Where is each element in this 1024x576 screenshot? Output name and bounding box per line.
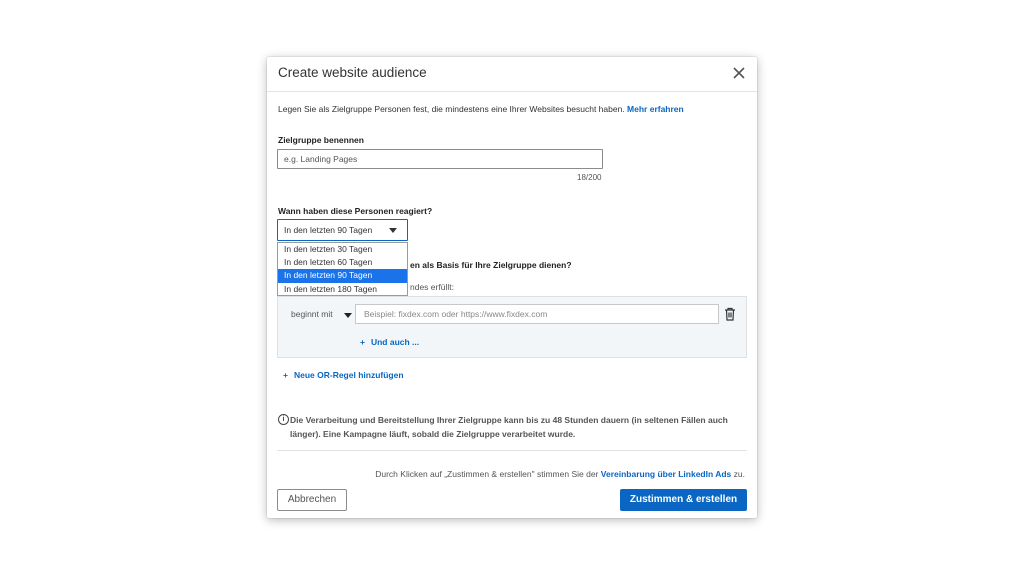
rule-box: beginnt mit Beispiel: fixdex.com oder ht…	[277, 296, 747, 358]
consent-prefix: Durch Klicken auf „Zustimmen & erstellen…	[375, 469, 599, 479]
rules-label: en als Basis für Ihre Zielgruppe dienen?	[410, 260, 572, 270]
close-icon[interactable]	[729, 63, 749, 83]
url-input[interactable]: Beispiel: fixdex.com oder https://www.fi…	[355, 304, 719, 324]
footer-divider	[277, 450, 747, 451]
cancel-button[interactable]: Abbrechen	[277, 489, 347, 511]
plus-icon: +	[283, 370, 288, 380]
description-text: Legen Sie als Zielgruppe Personen fest, …	[278, 104, 625, 114]
audience-name-input[interactable]: e.g. Landing Pages	[277, 149, 603, 169]
timeframe-option-60[interactable]: In den letzten 60 Tagen	[278, 256, 407, 269]
and-also-button[interactable]: + Und auch ...	[360, 337, 419, 347]
timeframe-option-30[interactable]: In den letzten 30 Tagen	[278, 243, 407, 256]
and-also-label: Und auch ...	[370, 337, 420, 347]
rule-row: beginnt mit Beispiel: fixdex.com oder ht…	[278, 304, 748, 326]
timeframe-dropdown-list: In den letzten 30 Tagen In den letzten 6…	[277, 242, 408, 296]
info-icon: i	[278, 414, 289, 425]
add-or-rule-button[interactable]: + Neue OR-Regel hinzufügen	[283, 370, 404, 380]
learn-more-link[interactable]: Mehr erfahren	[627, 104, 684, 114]
trash-icon[interactable]	[724, 307, 736, 321]
audience-name-label: Zielgruppe benennen	[278, 135, 364, 145]
rules-condition-label: ndes erfüllt:	[410, 282, 454, 292]
linkedin-ads-agreement-link[interactable]: Vereinbarung über LinkedIn Ads	[601, 469, 732, 479]
consent-text: Durch Klicken auf „Zustimmen & erstellen…	[375, 469, 745, 479]
caret-down-icon[interactable]	[344, 313, 352, 318]
processing-info-text: Die Verarbeitung und Bereitstellung Ihre…	[290, 415, 728, 439]
dialog-description: Legen Sie als Zielgruppe Personen fest, …	[278, 104, 684, 114]
timeframe-select[interactable]: In den letzten 90 Tagen	[277, 219, 408, 241]
add-or-rule-label: Neue OR-Regel hinzufügen	[293, 370, 404, 380]
timeframe-option-180[interactable]: In den letzten 180 Tagen	[278, 283, 407, 296]
timeframe-label: Wann haben diese Personen reagiert?	[278, 206, 433, 216]
dialog-header: Create website audience	[267, 57, 757, 92]
caret-down-icon	[389, 228, 397, 233]
timeframe-option-90[interactable]: In den letzten 90 Tagen	[278, 269, 407, 283]
char-counter: 18/200	[577, 173, 602, 182]
agree-create-button[interactable]: Zustimmen & erstellen	[620, 489, 747, 511]
timeframe-selected-value: In den letzten 90 Tagen	[284, 225, 373, 235]
plus-icon: +	[360, 337, 365, 347]
consent-suffix: zu.	[733, 469, 745, 479]
dialog-title: Create website audience	[278, 65, 427, 80]
operator-select[interactable]: beginnt mit	[291, 309, 333, 319]
